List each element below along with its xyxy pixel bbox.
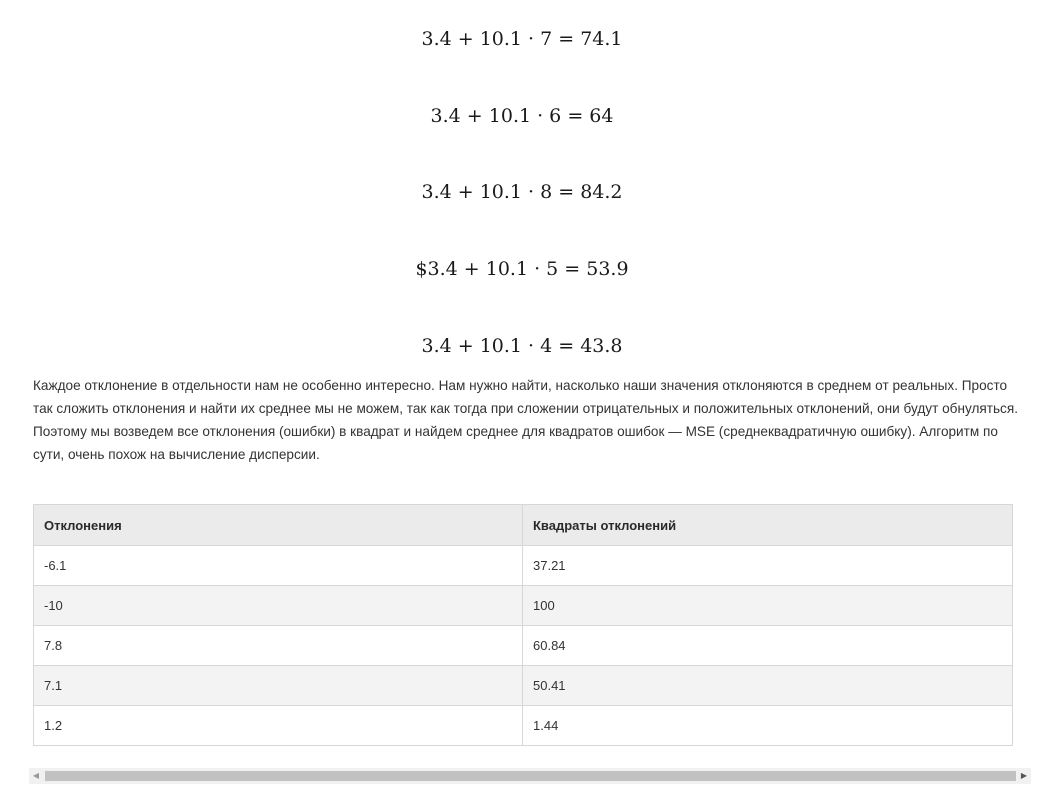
formula-4: $3.4 + 10.1 · 5 = 53.9 [415, 258, 629, 280]
squared-deviation-cell: 50.41 [522, 665, 1013, 706]
table-row: 7.8 60.84 [33, 625, 1013, 666]
squared-deviation-cell: 60.84 [522, 625, 1013, 666]
formula-5: 3.4 + 10.1 · 4 = 43.8 [421, 335, 623, 357]
squared-deviation-cell: 37.21 [522, 545, 1013, 586]
deviation-cell: 7.8 [33, 625, 523, 666]
column-header-squared-deviations: Квадраты отклонений [522, 504, 1013, 546]
squared-deviation-cell: 1.44 [522, 705, 1013, 746]
column-header-deviations: Отклонения [33, 504, 523, 546]
table-header-row: Отклонения Квадраты отклонений [33, 504, 1013, 546]
table-row: -6.1 37.21 [33, 545, 1013, 586]
table-row: 1.2 1.44 [33, 705, 1013, 746]
formula-3: 3.4 + 10.1 · 8 = 84.2 [421, 181, 623, 203]
deviations-table-container: Отклонения Квадраты отклонений -6.1 37.2… [33, 504, 1013, 746]
deviations-table: Отклонения Квадраты отклонений -6.1 37.2… [33, 504, 1013, 746]
horizontal-scrollbar[interactable]: ◀ ▶ [29, 768, 1031, 784]
table-row: -10 100 [33, 585, 1013, 626]
scroll-right-arrow-icon[interactable]: ▶ [1019, 771, 1029, 781]
scrollbar-thumb[interactable] [45, 771, 1016, 781]
formula-1: 3.4 + 10.1 · 7 = 74.1 [421, 28, 623, 50]
formula-2: 3.4 + 10.1 · 6 = 64 [430, 105, 614, 127]
squared-deviation-cell: 100 [522, 585, 1013, 626]
deviation-cell: 1.2 [33, 705, 523, 746]
deviation-cell: 7.1 [33, 665, 523, 706]
mse-explanation-paragraph: Каждое отклонение в отдельности нам не о… [33, 378, 1018, 462]
deviation-cell: -10 [33, 585, 523, 626]
deviation-cell: -6.1 [33, 545, 523, 586]
table-row: 7.1 50.41 [33, 665, 1013, 706]
scroll-left-arrow-icon[interactable]: ◀ [31, 771, 41, 781]
